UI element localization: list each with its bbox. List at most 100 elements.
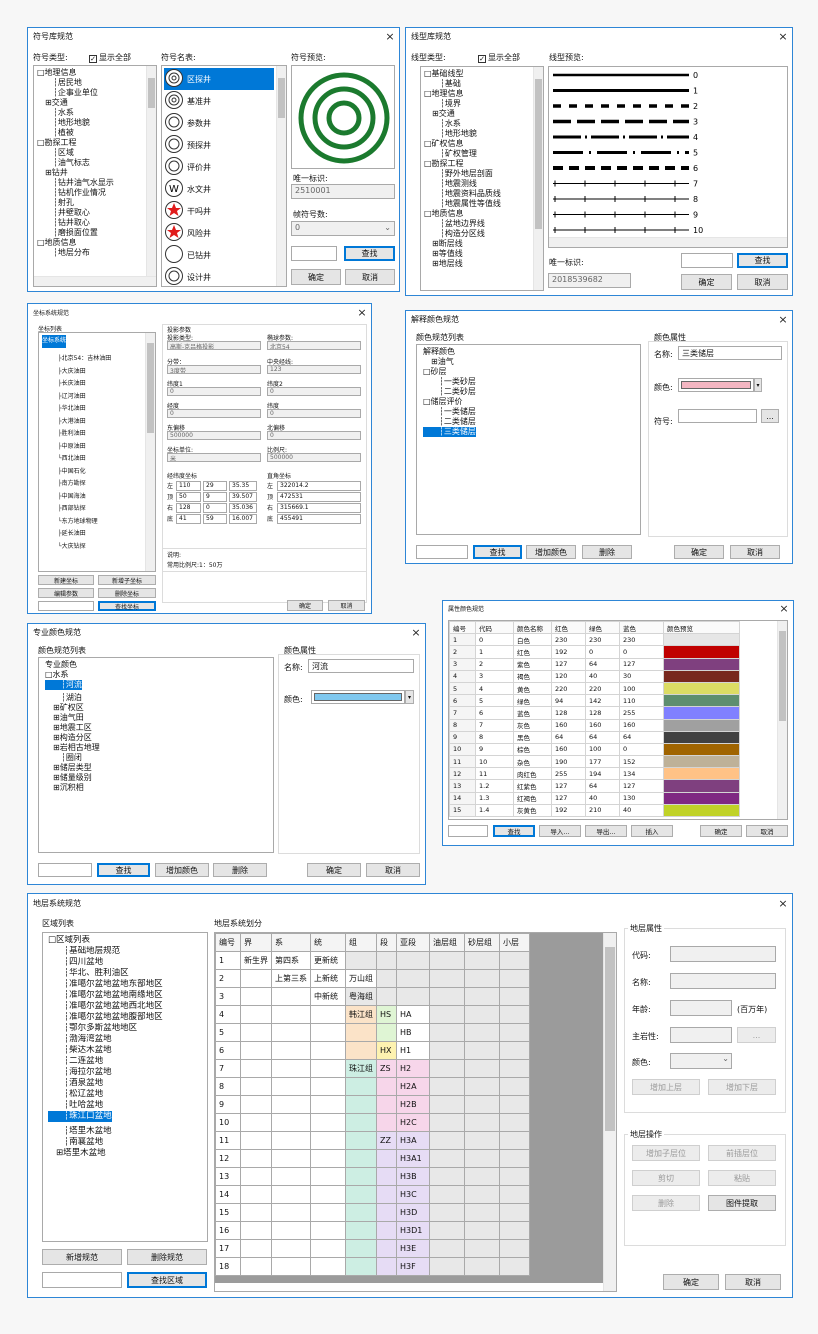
tree-node[interactable]: ├中原油田 [42,441,152,454]
cancel-button[interactable]: 取消 [730,545,780,559]
table-cell[interactable]: 白色 [513,633,552,647]
scroll-thumb[interactable] [278,78,285,118]
table-cell[interactable] [396,987,430,1006]
table-cell[interactable]: ZS [376,1059,397,1078]
table-cell[interactable]: 160 [551,742,586,757]
lon-field[interactable]: 0 [167,409,261,418]
table-cell[interactable] [345,1041,377,1060]
table-cell[interactable] [310,1203,346,1222]
table-cell[interactable]: H3D1 [396,1221,430,1240]
search-input[interactable] [448,825,488,837]
table-cell[interactable] [376,951,397,970]
table-cell[interactable] [376,1257,397,1276]
tree-node[interactable]: ┆河流 [45,680,82,690]
table-cell[interactable] [345,1077,377,1096]
table-row[interactable]: 4 韩江组 HS HA [215,1005,530,1024]
tree-node[interactable]: ┆矿权管理 [424,149,540,159]
table-cell[interactable]: 13 [449,779,476,793]
table-cell[interactable]: HS [376,1005,397,1024]
tree-node[interactable]: ┆基础地层规范 [48,946,204,957]
column-header[interactable]: 蓝色 [619,621,664,635]
table-cell[interactable]: 230 [585,633,620,647]
table-cell[interactable]: 更新统 [310,951,346,970]
table-cell[interactable]: 2 [449,645,476,659]
table-cell[interactable] [464,1239,500,1258]
add-color-button[interactable]: 增加颜色 [526,545,576,559]
symbol-item[interactable]: 参数井 [164,112,274,134]
search-input[interactable] [38,601,94,611]
tree-node[interactable]: ├胜利油田 [42,428,152,441]
tree-node[interactable]: ┆构造分区线 [424,229,540,239]
tree-node[interactable]: ⊞油气田 [45,713,270,723]
rect-value-field[interactable]: 315669.1 [277,503,361,513]
table-cell[interactable]: H2A [396,1077,430,1096]
close-icon[interactable]: × [774,313,792,326]
table-row[interactable]: 9 H2B [215,1095,530,1114]
table-row[interactable]: 8 H2A [215,1077,530,1096]
table-cell[interactable]: 255 [619,706,664,720]
column-header[interactable]: 编号 [215,933,241,952]
edit-params-button[interactable]: 编辑参数 [38,588,94,598]
table-cell[interactable]: 紫色 [513,657,552,671]
table-cell[interactable] [345,1167,377,1186]
table-row[interactable]: 15 H3D [215,1203,530,1222]
table-cell[interactable] [271,1167,311,1186]
tree-node[interactable]: ┆鄂尔多斯盆地地区 [48,1023,204,1034]
symbol-name-list[interactable]: 区探井 基准井 参数井 预探井 评价井 W 水文井 干吗井 风险井 已钻井 设计井 [161,65,287,287]
table-cell[interactable]: 7 [449,706,476,720]
table-cell[interactable] [345,1131,377,1150]
tree-node[interactable]: ┆钻井油气水显示 [37,178,153,188]
tree-node[interactable]: ┆地震测线 [424,179,540,189]
tree-node[interactable]: ┆圈闭 [45,753,270,763]
add-child-button[interactable]: 增加子层位 [632,1145,700,1161]
tree-node[interactable]: ├中国石化 [42,466,152,479]
tree-node[interactable]: ┆地震属性等值线 [424,199,540,209]
table-cell[interactable] [310,1077,346,1096]
column-header[interactable]: 段 [376,933,397,952]
table-cell[interactable] [345,1257,377,1276]
tree-node[interactable]: ┆四川盆地 [48,957,204,968]
table-cell[interactable] [240,1167,272,1186]
table-cell[interactable] [271,1041,311,1060]
tree-scrollbar[interactable] [533,67,543,290]
table-cell[interactable] [345,1149,377,1168]
table-cell[interactable] [345,1185,377,1204]
table-cell[interactable] [429,1149,465,1168]
table-cell[interactable] [429,1077,465,1096]
color-table[interactable]: 编号 代码 颜色名称 红色 绿色 蓝色 颜色预览 1 0 白色 230 230 230 2 1 红色 192 0 0… [449,621,740,818]
table-cell[interactable] [310,1095,346,1114]
table-cell[interactable] [429,1005,465,1024]
table-cell[interactable] [464,1203,500,1222]
color-picker[interactable] [678,378,754,392]
tree-node[interactable]: ├南方勘探 [42,478,152,491]
cancel-button[interactable]: 取消 [345,269,395,285]
geo-value-field[interactable]: 16.007 [229,514,257,524]
tree-node[interactable]: ┆地形地貌 [424,129,540,139]
table-cell[interactable]: 142 [585,694,620,708]
zone-field[interactable]: 3度带 [167,365,261,374]
table-row[interactable]: 5 HB [215,1023,530,1042]
column-header[interactable]: 编号 [449,621,476,635]
table-cell[interactable]: 220 [551,681,586,696]
delete-button[interactable]: 删除 [582,545,632,559]
table-cell[interactable]: 192 [551,803,586,818]
table-cell[interactable] [376,1077,397,1096]
table-cell[interactable] [429,1257,465,1276]
table-cell[interactable] [376,1221,397,1240]
table-cell[interactable] [271,1239,311,1258]
extract-from-map-button[interactable]: 图件提取 [708,1195,776,1211]
proj-field[interactable]: 高斯-克吕格投影 [167,341,261,350]
tree-node[interactable]: □基础线型 [424,69,540,79]
symbol-item[interactable]: 评价井 [164,156,274,178]
table-row[interactable]: 13 1.2 红紫色 127 64 127 [449,779,740,793]
tree-node[interactable]: ┆基础 [424,79,540,89]
table-cell[interactable] [464,1095,500,1114]
geo-value-field[interactable]: 9 [203,492,227,502]
table-cell[interactable]: 160 [551,718,586,732]
table-cell[interactable] [310,1167,346,1186]
geo-value-field[interactable]: 0 [203,503,227,513]
fn-field[interactable]: 0 [267,431,361,440]
table-cell[interactable]: 100 [619,681,664,696]
tree-node[interactable]: ┆海拉尔盆地 [48,1067,204,1078]
table-scrollbar[interactable] [603,933,616,1291]
